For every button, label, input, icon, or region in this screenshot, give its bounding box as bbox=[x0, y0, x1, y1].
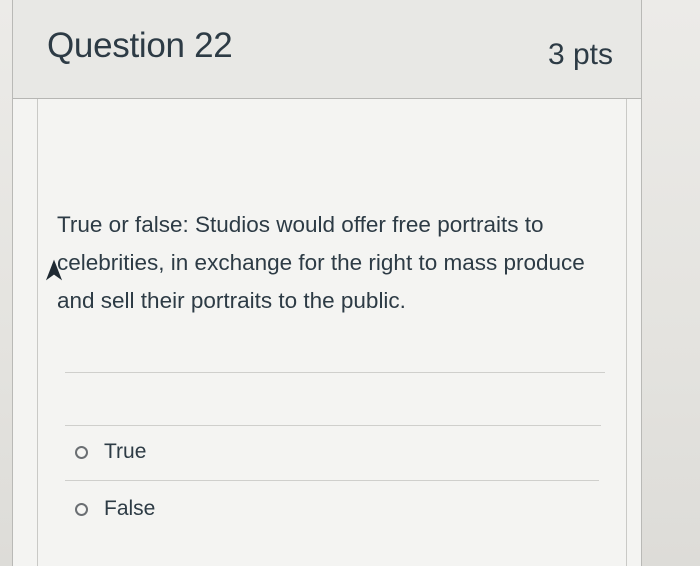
question-title: Question 22 bbox=[47, 26, 233, 65]
answer-label-true: True bbox=[104, 440, 147, 463]
question-header: Question 22 3 pts bbox=[13, 0, 641, 99]
question-points: 3 pts bbox=[547, 38, 613, 71]
answer-divider-top bbox=[65, 372, 605, 373]
answer-option-false[interactable]: False bbox=[75, 494, 155, 524]
question-body: True or false: Studios would offer free … bbox=[13, 99, 641, 566]
mouse-cursor-icon bbox=[45, 259, 63, 281]
answer-label-false: False bbox=[104, 497, 156, 520]
radio-button-false[interactable] bbox=[75, 502, 88, 516]
question-text: True or false: Studios would offer free … bbox=[57, 212, 585, 313]
answer-divider bbox=[65, 480, 599, 481]
radio-button-true[interactable] bbox=[75, 445, 88, 459]
answer-option-true[interactable]: True bbox=[75, 437, 146, 467]
answer-divider bbox=[65, 425, 601, 426]
question-card: Question 22 3 pts True or false: Studios… bbox=[12, 0, 642, 566]
quiz-screen: Question 22 3 pts True or false: Studios… bbox=[0, 0, 700, 566]
